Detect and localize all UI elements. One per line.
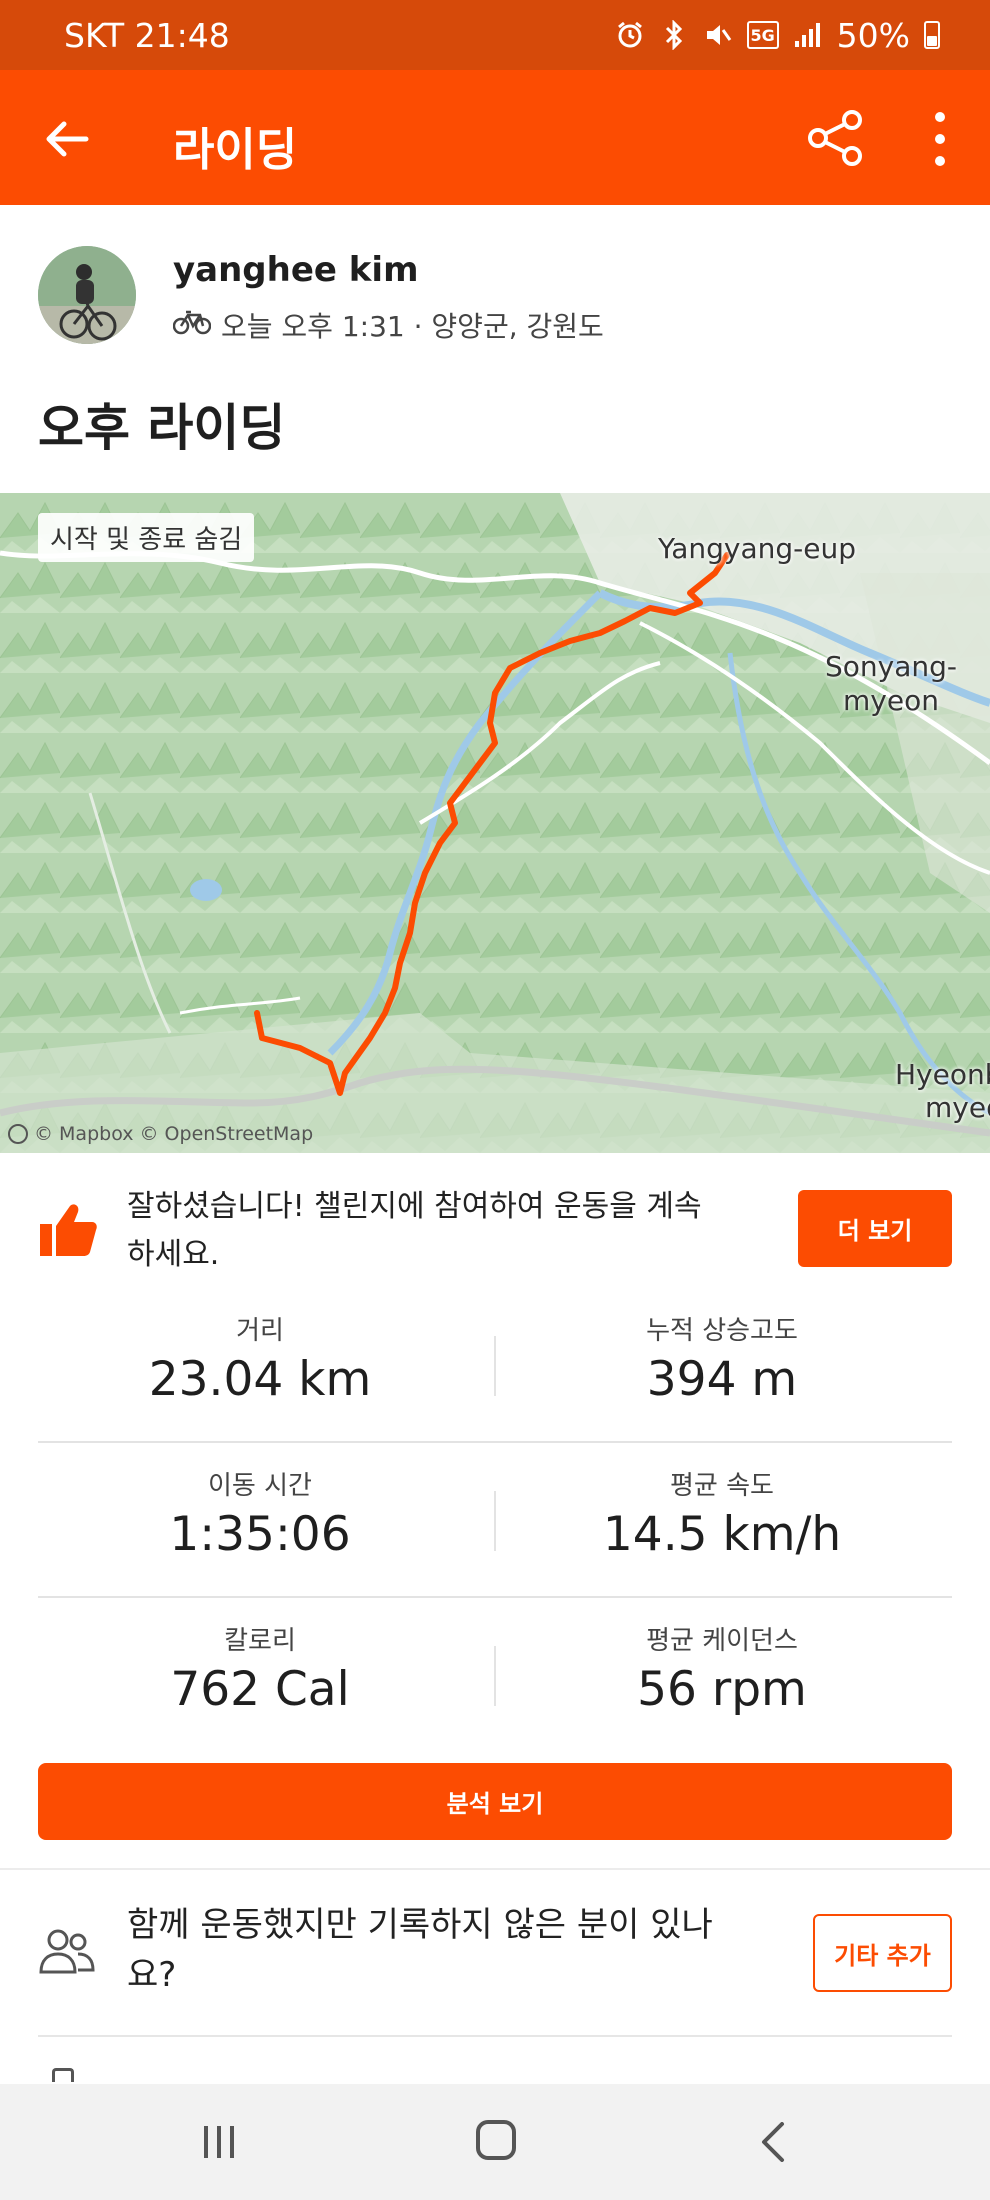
page-title: 라이딩 <box>173 123 298 176</box>
elevation-label: 누적 상승고도 <box>646 1316 798 1346</box>
stat-divider <box>494 1491 496 1551</box>
app-bar: 라이딩 <box>0 70 990 205</box>
map-terrain <box>0 493 990 1153</box>
map-label-hyeon-1: Hyeonb <box>895 1058 990 1091</box>
stat-divider <box>494 1646 496 1706</box>
moving-time-value: 1:35:06 <box>169 1507 351 1562</box>
map-attribution-text: © Mapbox © OpenStreetMap <box>34 1123 314 1145</box>
signal-icon <box>793 18 823 52</box>
add-others-button[interactable]: 기타 추가 <box>813 1914 952 1992</box>
distance-value: 23.04 km <box>148 1352 372 1407</box>
section-divider <box>0 1868 990 1870</box>
thumbs-up-icon <box>38 1198 100 1260</box>
add-others-prompt-text: 함께 운동했지만 기록하지 않은 분이 있나요? <box>127 1905 713 1995</box>
avg-speed-value: 14.5 km/h <box>602 1507 842 1562</box>
route-map[interactable]: 시작 및 종료 숨김 Yangyang-eup Sonyang- myeon H… <box>0 493 990 1153</box>
calories-value: 762 Cal <box>170 1662 350 1717</box>
stat-row-divider <box>38 1596 952 1598</box>
partial-icon <box>52 2068 74 2082</box>
avg-cadence-value: 56 rpm <box>637 1662 807 1717</box>
view-analysis-button[interactable]: 분석 보기 <box>38 1763 952 1840</box>
stat-row-divider <box>38 1441 952 1443</box>
people-group-icon <box>38 1926 96 1976</box>
calories-label: 칼로리 <box>224 1626 296 1656</box>
map-label-sonyang-2: myeon <box>843 684 939 717</box>
moving-time-label: 이동 시간 <box>208 1471 312 1501</box>
hide-start-end-toggle[interactable]: 시작 및 종료 숨김 <box>38 513 255 562</box>
bluetooth-icon <box>659 18 689 52</box>
see-more-button[interactable]: 더 보기 <box>798 1190 952 1267</box>
5g-icon: 5G <box>746 21 779 49</box>
activity-title: 오후 라이딩 <box>38 399 286 457</box>
avg-cadence-label: 평균 케이던스 <box>646 1626 798 1656</box>
status-carrier-time: SKT 21:48 <box>64 15 230 55</box>
map-attribution[interactable]: © Mapbox © OpenStreetMap <box>8 1123 313 1145</box>
elevation-value: 394 m <box>646 1352 798 1407</box>
map-label-town: Yangyang-eup <box>658 532 857 565</box>
share-icon[interactable] <box>806 108 866 168</box>
activity-meta-text: 오늘 오후 1:31 · 양양군, 강원도 <box>221 310 604 343</box>
avatar[interactable] <box>38 246 136 344</box>
athlete-name[interactable]: yanghee kim <box>173 250 419 290</box>
section-divider <box>38 2035 952 2037</box>
home-icon[interactable] <box>476 2120 516 2160</box>
system-nav-bar <box>0 2084 990 2200</box>
status-bar: SKT 21:48 5G 50% <box>0 0 990 70</box>
mute-icon <box>703 18 733 52</box>
distance-label: 거리 <box>236 1316 284 1346</box>
battery-icon <box>924 21 940 49</box>
map-label-sonyang-1: Sonyang- <box>825 650 958 683</box>
more-vert-icon[interactable] <box>925 108 955 170</box>
status-icons: 5G 50% <box>615 16 940 55</box>
activity-meta: 오늘 오후 1:31 · 양양군, 강원도 <box>172 305 604 345</box>
battery-percent: 50% <box>836 15 910 55</box>
bicycle-icon <box>172 309 212 342</box>
recent-apps-icon[interactable] <box>200 2124 238 2160</box>
avg-speed-label: 평균 속도 <box>670 1471 774 1501</box>
back-arrow-icon[interactable] <box>40 112 94 166</box>
alarm-icon <box>615 18 645 52</box>
info-icon[interactable] <box>8 1124 28 1144</box>
nav-back-icon[interactable] <box>758 2122 788 2162</box>
challenge-prompt-text: 잘하셨습니다! 챌린지에 참여하여 운동을 계속하세요. <box>127 1189 702 1272</box>
map-label-hyeon-2: myeo <box>925 1091 990 1124</box>
stat-divider <box>494 1336 496 1396</box>
